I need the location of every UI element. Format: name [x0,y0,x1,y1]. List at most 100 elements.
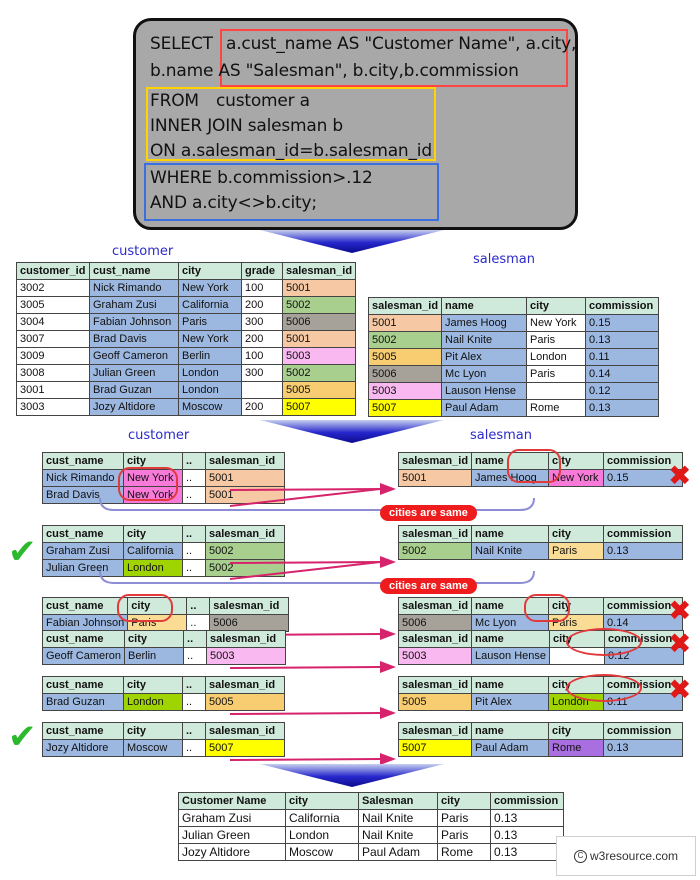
column-header: city [123,722,183,740]
table-cell: Fabian Johnson [89,313,179,331]
table-cell: California [123,542,183,560]
join-arrow-4 [230,661,396,673]
table-cell: Fabian Johnson [41,614,129,632]
sql-where-condition: WHERE b.commission>.12 [150,168,373,188]
table-cell: 5005 [367,348,443,366]
column-header: salesman_id [397,525,473,543]
compare-salesman-table: salesman_id name city commission 5005 Pit Ale… [397,676,684,711]
table-cell: 100 [241,279,283,297]
table-cell: Nail Knite [358,809,438,827]
table-cell: Paris [548,542,605,560]
table-cell: 5007 [367,399,443,417]
table-cell: Paris [526,365,587,383]
table-row: 5005 Pit Alex London 0.11 [397,693,684,711]
table-cell: Geoff Cameron [89,347,179,365]
table-cell: .. [186,614,211,632]
table-cell: Graham Zusi [178,809,286,827]
table-cell: 0.13 [490,809,564,827]
column-header: city [548,525,605,543]
table-cell: 3009 [16,347,90,365]
table-row: 5002 Nail Knite Paris 0.13 [367,331,660,349]
table-cell: Nail Knite [471,542,550,560]
compare-salesman-table: salesman_id name city commission 5002 Nail Kn… [397,525,684,560]
table-cell: California [285,809,359,827]
column-header: cust_name [42,525,124,543]
table-cell: Graham Zusi [42,542,124,560]
table-cell: Geoff Cameron [41,647,126,665]
table-cell: Rome [548,739,605,757]
table-cell: London [526,348,587,366]
column-header: salesman_id [281,262,357,280]
column-header: commission [603,722,684,740]
table-cell: 5006 [281,313,357,331]
table-cell: Graham Zusi [89,296,179,314]
highlight-salesman-city-group3 [524,594,570,622]
table-cell: 5006 [397,614,473,632]
sql-select-list-line2: b.name AS "Salesman", b.city,b.commissio… [150,61,519,81]
column-header: commission [585,297,660,315]
mismatch-x-icon: ✖ [668,459,692,492]
table-cell: 0.13 [585,399,660,417]
table-cell: James Hoog [441,314,528,332]
column-header: cust_name [42,722,124,740]
table-row: 3008 Julian Green London 300 5002 [16,364,357,382]
column-header: salesman_id [397,630,473,648]
table-header-row: Customer Name city Salesman city commission [178,792,564,810]
column-header: name [471,630,550,648]
salesman-table: salesman_id name city commission 5001 James … [367,297,660,417]
column-header: salesman_id [397,676,473,694]
column-header: city [526,297,587,315]
table-row: 5005 Pit Alex London 0.11 [367,348,660,366]
table-cell: 5002 [281,364,357,382]
table-cell: 0.13 [585,331,660,349]
table-cell: 5005 [281,381,357,399]
table-cell: 200 [241,296,283,314]
column-header: cust_name [42,676,124,694]
table-cell: Paris [437,809,491,827]
compare-salesman-table: salesman_id name city commission 5007 Paul Ad… [397,722,684,757]
column-header: customer_id [16,262,90,280]
column-header: salesman_id [397,597,473,615]
table-cell: 5002 [281,296,357,314]
table-cell: 5003 [281,347,357,365]
table-row: Graham Zusi California Nail Knite Paris 0.13 [178,809,564,827]
table-cell: .. [182,469,206,487]
table-cell: 3005 [16,296,90,314]
compare-salesman-table: salesman_id name city commission 5003 Lauson … [397,630,684,665]
customer-section-label: customer [128,428,190,443]
cities-are-same-badge: cities are same [380,578,477,594]
table-row: 5007 Paul Adam Rome 0.13 [367,399,660,417]
table-row: 5007 Paul Adam Rome 0.13 [397,739,684,757]
column-header: .. [182,525,206,543]
table-row: 3001 Brad Guzan London 5005 [16,381,357,399]
watermark: Cw3resource.com [556,836,696,876]
table-cell: 200 [241,398,283,416]
column-header: Salesman [358,792,438,810]
table-cell: 5001 [397,469,473,487]
column-header: cust_name [41,630,126,648]
table-cell: New York [178,279,242,297]
column-header: grade [241,262,283,280]
table-cell: New York [526,314,587,332]
customer-table-container: customer_id cust_name city grade salesman_id… [16,262,357,416]
sql-inner-join: INNER JOIN salesman b [150,116,343,136]
highlight-salesman-city-group1 [507,449,561,483]
table-cell: 3003 [16,398,90,416]
column-header: salesman_id [397,452,473,470]
table-cell: Berlin [124,647,185,665]
table-row: 3005 Graham Zusi California 200 5002 [16,296,357,314]
table-header-row: customer_id cust_name city grade salesman_id [16,262,357,280]
table-cell: 5005 [397,693,473,711]
column-header: city [124,630,185,648]
column-header: name [471,722,550,740]
column-header: cust_name [89,262,179,280]
column-header: name [471,676,550,694]
table-cell: 0.13 [490,826,564,844]
table-cell: 5007 [281,398,357,416]
customer-table: customer_id cust_name city grade salesman_id… [16,262,357,416]
flow-arrow-2 [260,420,444,443]
column-header: city [437,792,491,810]
column-header: city [548,722,605,740]
table-cell: 0.14 [585,365,660,383]
table-cell: Paul Adam [358,843,438,861]
